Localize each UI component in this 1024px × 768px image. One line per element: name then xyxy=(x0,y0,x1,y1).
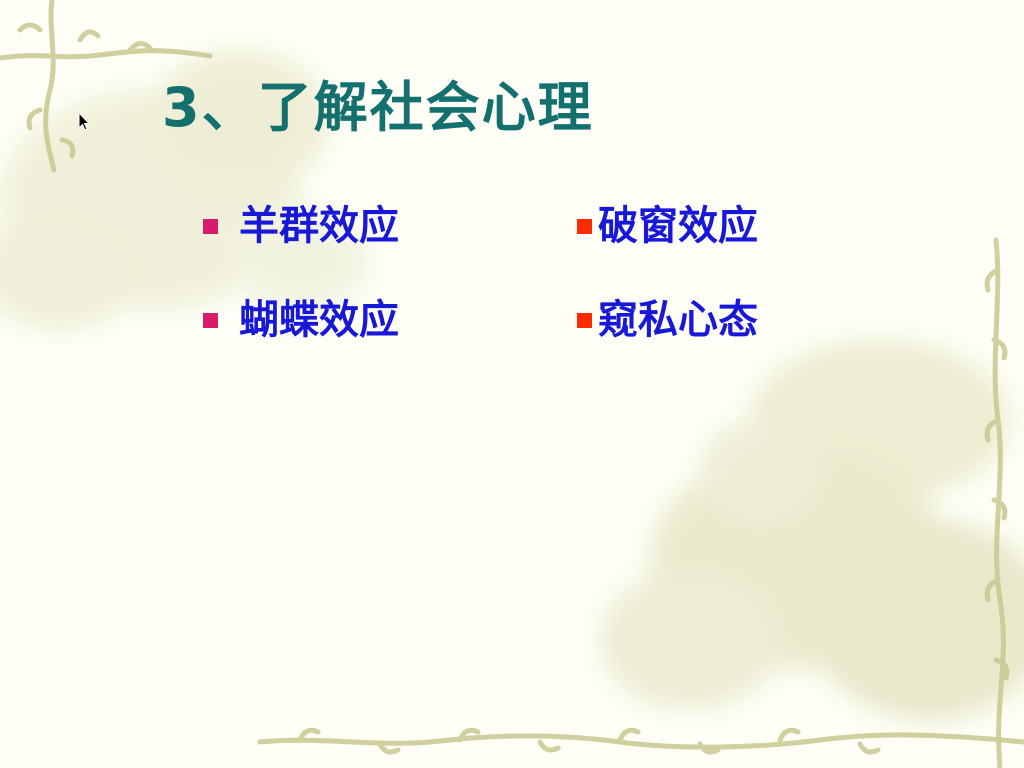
bullet-item-voyeurism-mentality: 窥私心态 xyxy=(577,292,758,348)
vine-bottom xyxy=(257,727,1024,755)
bullet-item-butterfly-effect: 蝴蝶效应 xyxy=(203,292,399,348)
arrow-cursor-icon xyxy=(78,112,90,131)
bullet-text: 破窗效应 xyxy=(598,203,758,249)
square-bullet-icon xyxy=(203,312,218,328)
faded-flower-bottom-right xyxy=(600,340,1024,720)
slide-title: 3、了解社会心理 xyxy=(162,76,594,139)
square-bullet-icon xyxy=(577,218,592,234)
square-bullet-icon xyxy=(203,218,218,234)
bullet-text: 蝴蝶效应 xyxy=(239,297,399,343)
presentation-slide: 3、了解社会心理 羊群效应 破窗效应 蝴蝶效应 窥私心态 xyxy=(0,0,1024,768)
bullet-text: 窥私心态 xyxy=(598,297,758,343)
square-bullet-icon xyxy=(577,312,592,328)
bullet-item-broken-window-effect: 破窗效应 xyxy=(577,198,758,254)
bullet-item-herd-effect: 羊群效应 xyxy=(203,198,399,254)
bullet-text: 羊群效应 xyxy=(239,203,399,249)
